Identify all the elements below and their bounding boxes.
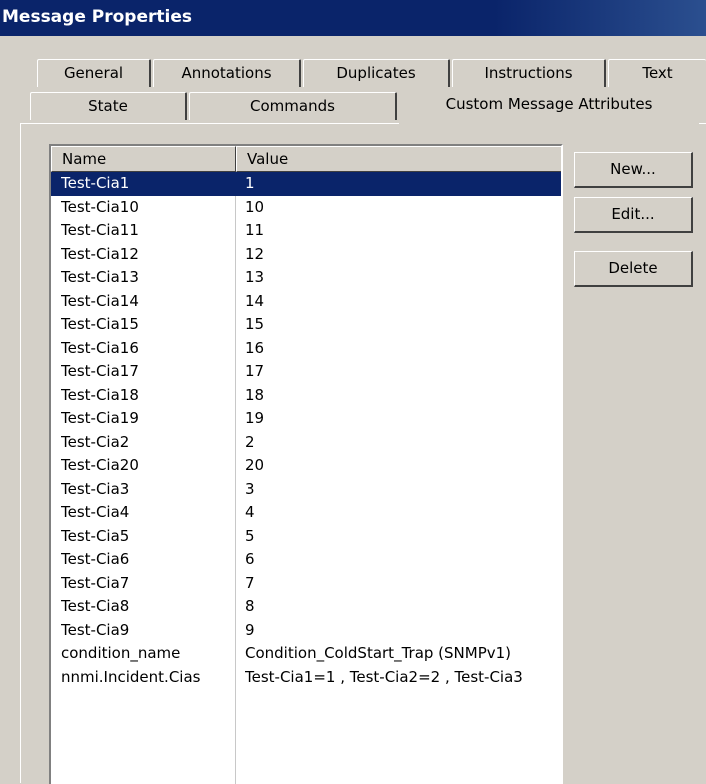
table-row[interactable]: Test-Cia10 10 bbox=[51, 196, 561, 220]
table-row[interactable]: Test-Cia18 18 bbox=[51, 384, 561, 408]
tab-instructions[interactable]: Instructions bbox=[452, 59, 606, 87]
attribute-name-cell: Test-Cia9 bbox=[61, 620, 130, 639]
table-row[interactable]: Test-Cia19 19 bbox=[51, 407, 561, 431]
attribute-value-cell: 7 bbox=[245, 573, 255, 592]
column-header-name[interactable]: Name bbox=[51, 146, 236, 172]
tab-general[interactable]: General bbox=[37, 59, 151, 87]
attribute-value-cell: 18 bbox=[245, 385, 265, 404]
attribute-name-cell: Test-Cia17 bbox=[61, 362, 139, 380]
table-row[interactable]: Test-Cia9 9 bbox=[51, 619, 561, 643]
window-title: Message Properties bbox=[0, 0, 706, 36]
tab-duplicates[interactable]: Duplicates bbox=[303, 59, 450, 87]
attribute-name-cell: Test-Cia16 bbox=[61, 338, 139, 357]
attribute-value-cell: 3 bbox=[245, 479, 255, 498]
attribute-name-cell: Test-Cia2 bbox=[61, 432, 130, 451]
attribute-value-cell: 1 bbox=[245, 174, 255, 192]
table-row[interactable]: nnmi.Incident.Cias Test-Cia1=1 , Test-Cia… bbox=[51, 666, 561, 690]
attribute-value-cell: 10 bbox=[245, 197, 265, 216]
table-row[interactable]: Test-Cia13 13 bbox=[51, 266, 561, 290]
table-row[interactable]: Test-Cia12 12 bbox=[51, 243, 561, 267]
attribute-value-cell: 13 bbox=[245, 268, 265, 286]
table-row[interactable]: Test-Cia8 8 bbox=[51, 595, 561, 619]
attribute-value-cell: 15 bbox=[245, 315, 265, 333]
attribute-name-cell: Test-Cia13 bbox=[61, 268, 139, 286]
attribute-value-cell: 4 bbox=[245, 503, 255, 521]
attribute-name-cell: Test-Cia12 bbox=[61, 244, 139, 263]
attribute-value-cell: 20 bbox=[245, 456, 265, 474]
attribute-name-cell: Test-Cia6 bbox=[61, 550, 130, 568]
table-row[interactable]: Test-Cia11 11 bbox=[51, 219, 561, 243]
table-row[interactable]: Test-Cia7 7 bbox=[51, 572, 561, 596]
table-row[interactable]: Test-Cia15 15 bbox=[51, 313, 561, 337]
attribute-name-cell: nnmi.Incident.Cias bbox=[61, 667, 201, 686]
table-row[interactable]: Test-Cia14 14 bbox=[51, 290, 561, 314]
column-header-value[interactable]: Value bbox=[236, 146, 561, 172]
attribute-value-cell: 19 bbox=[245, 409, 265, 427]
table-row[interactable]: Test-Cia4 4 bbox=[51, 501, 561, 525]
attribute-name-cell: Test-Cia20 bbox=[61, 456, 139, 474]
tab-state[interactable]: State bbox=[30, 92, 187, 120]
table-row[interactable]: Test-Cia5 5 bbox=[51, 525, 561, 549]
attribute-name-cell: Test-Cia8 bbox=[61, 597, 130, 615]
attribute-name-cell: Test-Cia19 bbox=[61, 409, 139, 427]
edit-button[interactable]: Edit... bbox=[574, 197, 693, 233]
attributes-listview[interactable]: Name Value Test-Cia1 1 Test-Cia10 10 Test-Ci… bbox=[49, 144, 563, 784]
attribute-name-cell: Test-Cia5 bbox=[61, 526, 130, 545]
attribute-name-cell: Test-Cia11 bbox=[61, 221, 139, 239]
attribute-value-cell: 17 bbox=[245, 362, 265, 380]
table-row[interactable]: Test-Cia3 3 bbox=[51, 478, 561, 502]
tab-text[interactable]: Text bbox=[608, 59, 706, 87]
attribute-name-cell: Test-Cia10 bbox=[61, 197, 139, 216]
tab-commands[interactable]: Commands bbox=[189, 92, 397, 120]
attribute-value-cell: 12 bbox=[245, 244, 265, 263]
new-button[interactable]: New... bbox=[574, 152, 693, 188]
attribute-value-cell: 16 bbox=[245, 338, 265, 357]
attribute-value-cell: 9 bbox=[245, 620, 255, 639]
attributes-rows: Test-Cia1 1 Test-Cia10 10 Test-Cia11 11 Test-C… bbox=[51, 172, 561, 689]
tab-annotations[interactable]: Annotations bbox=[153, 59, 301, 87]
attribute-name-cell: Test-Cia15 bbox=[61, 315, 139, 333]
attribute-value-cell: 2 bbox=[245, 432, 255, 451]
table-row[interactable]: Test-Cia1 1 bbox=[51, 172, 561, 196]
tab-custom-message-attributes[interactable]: Custom Message Attributes bbox=[399, 90, 699, 124]
table-row[interactable]: Test-Cia20 20 bbox=[51, 454, 561, 478]
attribute-name-cell: Test-Cia14 bbox=[61, 291, 139, 310]
attribute-name-cell: Test-Cia18 bbox=[61, 385, 139, 404]
attribute-value-cell: 5 bbox=[245, 526, 255, 545]
attribute-value-cell: Test-Cia1=1 , Test-Cia2=2 , Test-Cia3 bbox=[245, 667, 523, 686]
table-row[interactable]: Test-Cia16 16 bbox=[51, 337, 561, 361]
attribute-name-cell: Test-Cia1 bbox=[61, 174, 130, 192]
attribute-name-cell: condition_name bbox=[61, 644, 181, 662]
attribute-value-cell: 6 bbox=[245, 550, 255, 568]
attribute-name-cell: Test-Cia4 bbox=[61, 503, 130, 521]
attribute-name-cell: Test-Cia7 bbox=[61, 573, 130, 592]
attribute-value-cell: 8 bbox=[245, 597, 255, 615]
attribute-name-cell: Test-Cia3 bbox=[61, 479, 130, 498]
table-row[interactable]: Test-Cia6 6 bbox=[51, 548, 561, 572]
delete-button[interactable]: Delete bbox=[574, 251, 693, 287]
table-row[interactable]: Test-Cia2 2 bbox=[51, 431, 561, 455]
attribute-value-cell: Condition_ColdStart_Trap (SNMPv1) bbox=[245, 644, 512, 662]
attribute-value-cell: 14 bbox=[245, 291, 265, 310]
table-row[interactable]: condition_name Condition_ColdStart_Trap (… bbox=[51, 642, 561, 666]
attribute-value-cell: 11 bbox=[245, 221, 265, 239]
table-row[interactable]: Test-Cia17 17 bbox=[51, 360, 561, 384]
